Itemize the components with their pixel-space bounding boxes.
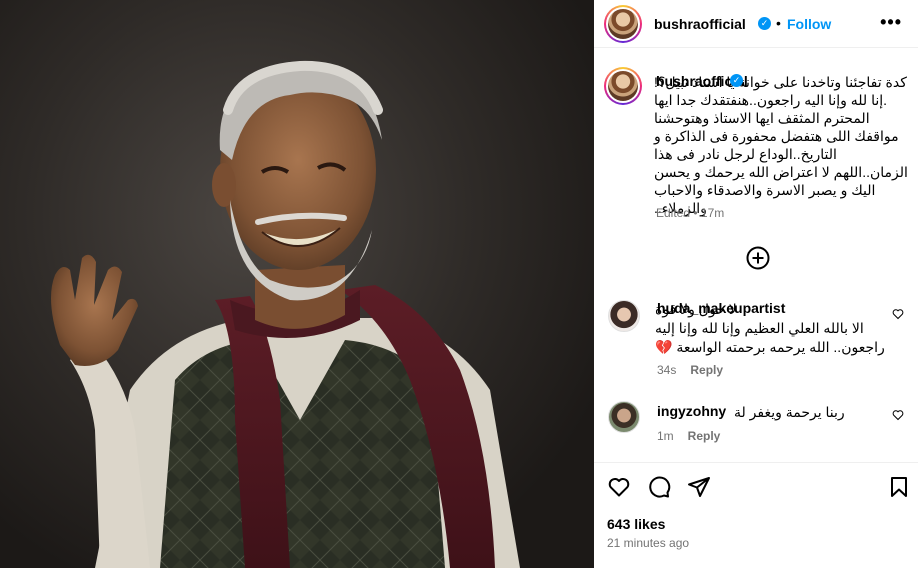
action-bar <box>594 462 918 510</box>
caption-time: 17m <box>700 206 725 220</box>
bookmark-icon[interactable] <box>887 475 911 499</box>
caption-meta: Edited • 17m <box>656 206 725 220</box>
commenter-username[interactable]: huda_makeupartist <box>657 300 785 316</box>
caption-text: xكدة تفاجئنا وتاخدنا على خوانة يا استاذ … <box>654 73 908 217</box>
heart-icon[interactable] <box>607 475 631 499</box>
post-header: bushraofficial ✓ • Follow ••• <box>594 0 918 48</box>
verified-badge-icon: ✓ <box>730 74 743 87</box>
comment-time: 34s <box>657 363 677 377</box>
comment-text: ربنا يرحمة ويغفر لة <box>734 404 845 420</box>
plus-circle-icon[interactable] <box>746 246 770 270</box>
post-panel: bushraofficial ✓ • Follow ••• xكدة تفاجئ… <box>594 0 918 568</box>
post-timestamp[interactable]: 21 minutes ago <box>607 536 689 550</box>
portrait-photo <box>51 60 520 568</box>
likes-count[interactable]: 643 likes <box>607 516 665 532</box>
more-options-icon[interactable]: ••• <box>880 12 902 33</box>
comment-like-icon[interactable] <box>892 308 904 320</box>
post-image[interactable] <box>0 0 594 568</box>
commenter-username[interactable]: ingyzohny <box>657 403 726 419</box>
reply-button[interactable]: Reply <box>688 429 721 443</box>
comment-meta: 1m Reply <box>657 429 734 443</box>
caption-body: كدة تفاجئنا وتاخدنا على خوانة يا استاذ ن… <box>650 74 908 216</box>
commenter-avatar[interactable] <box>608 300 640 332</box>
edited-label: Edited <box>656 206 691 220</box>
comment-meta: 34s Reply <box>657 363 737 377</box>
comment-like-icon[interactable] <box>892 409 904 421</box>
author-avatar[interactable] <box>604 5 642 43</box>
share-icon[interactable] <box>687 475 711 499</box>
follow-button[interactable]: Follow <box>787 16 831 32</box>
commenter-avatar[interactable] <box>608 401 640 433</box>
separator-dot: • <box>776 15 781 31</box>
comment-icon[interactable] <box>647 475 671 499</box>
verified-badge-icon: ✓ <box>758 17 771 30</box>
comment-time: 1m <box>657 429 674 443</box>
author-username[interactable]: bushraofficial <box>654 16 746 32</box>
caption-avatar[interactable] <box>604 67 642 105</box>
reply-button[interactable]: Reply <box>690 363 723 377</box>
